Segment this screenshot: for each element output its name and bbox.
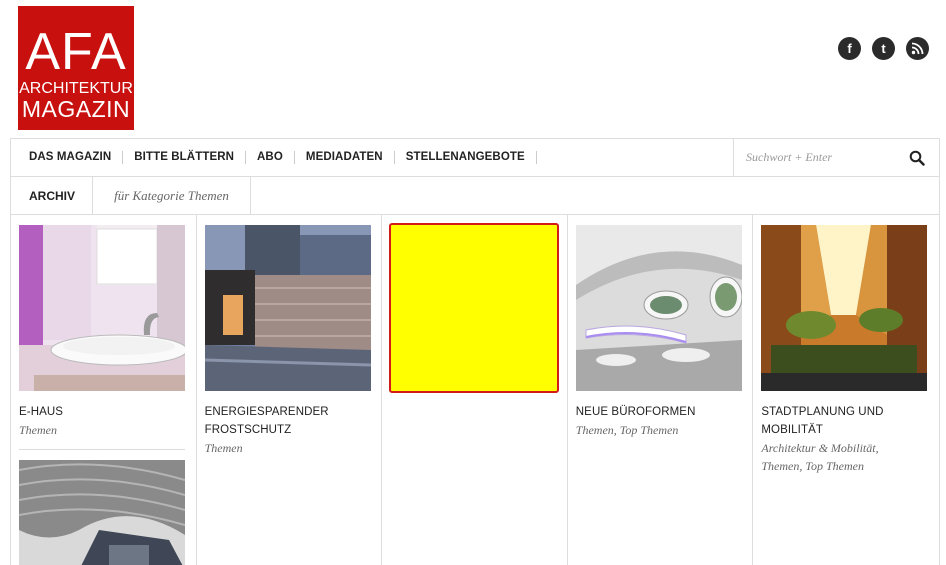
category-link[interactable]: Themen (761, 459, 799, 473)
logo-text-magazin: MAGAZIN (21, 96, 131, 122)
post-column: E-HAUS Themen (11, 215, 197, 565)
nav-item-abo[interactable]: ABO (246, 151, 295, 164)
post-thumbnail-next[interactable] (19, 460, 185, 565)
post-column: NEUE BÜROFORMEN Themen, Top Themen (568, 215, 754, 565)
search-box (733, 139, 939, 176)
rss-glyph (911, 42, 924, 55)
nav-item-mediadaten[interactable]: MEDIADATEN (295, 151, 395, 164)
nav-item-stellenangebote[interactable]: STELLENANGEBOTE (395, 151, 537, 164)
category-link[interactable]: Themen (576, 423, 614, 437)
logo-text-afa: AFA (25, 23, 127, 81)
post-categories: Themen, Top Themen (575, 423, 679, 437)
twitter-glyph: t (881, 41, 886, 56)
post-title[interactable]: NEUE BÜROFORMEN (576, 403, 753, 421)
rss-icon[interactable] (906, 37, 929, 60)
post-categories: Architektur & Mobilität, Themen, Top Them… (761, 441, 879, 473)
post-thumbnail-e-haus[interactable] (19, 225, 185, 391)
category-link[interactable]: Architektur & Mobilität (761, 441, 875, 455)
category-link[interactable]: Top Themen (620, 423, 679, 437)
post-thumbnail-energiesparender-frostschutz[interactable] (204, 225, 371, 391)
social-links: f t (838, 37, 929, 60)
category-label: für Kategorie Themen (93, 177, 251, 214)
logo-text-architektur: ARCHITEKTUR (19, 80, 133, 97)
highlighted-placeholder-card[interactable] (389, 223, 559, 393)
search-input[interactable] (746, 150, 896, 165)
archive-label: ARCHIV (11, 177, 93, 214)
site-logo[interactable]: AFA ARCHITEKTUR MAGAZIN (18, 6, 134, 130)
facebook-glyph: f (847, 41, 852, 56)
category-link[interactable]: Top Themen (805, 459, 864, 473)
search-icon[interactable] (909, 150, 925, 166)
post-column: STADTPLANUNG UND MOBILITÄT Architektur &… (753, 215, 939, 565)
category-link[interactable]: Themen (205, 441, 243, 455)
post-thumbnail-stadtplanung-und-mobilitaet[interactable] (761, 225, 928, 391)
divider (19, 449, 185, 450)
category-link[interactable]: Themen (19, 423, 57, 437)
archive-bar: ARCHIV für Kategorie Themen (10, 177, 940, 215)
twitter-icon[interactable]: t (872, 37, 895, 60)
facebook-icon[interactable]: f (838, 37, 861, 60)
post-title[interactable]: ENERGIESPARENDER FROSTSCHUTZ (205, 403, 382, 439)
post-column: ENERGIESPARENDER FROSTSCHUTZ Themen (197, 215, 383, 565)
main-nav: DAS MAGAZIN BITTE BLÄTTERN ABO MEDIADATE… (10, 138, 940, 177)
post-title[interactable]: STADTPLANUNG UND MOBILITÄT (761, 403, 939, 439)
post-categories: Themen (19, 421, 196, 439)
nav-item-das-magazin[interactable]: DAS MAGAZIN (29, 151, 124, 164)
nav-item-bitte-blaettern[interactable]: BITTE BLÄTTERN (123, 151, 247, 164)
post-thumbnail-neue-bueroformen[interactable] (575, 225, 742, 391)
post-categories: Themen (205, 439, 382, 457)
post-title[interactable]: E-HAUS (19, 403, 196, 421)
